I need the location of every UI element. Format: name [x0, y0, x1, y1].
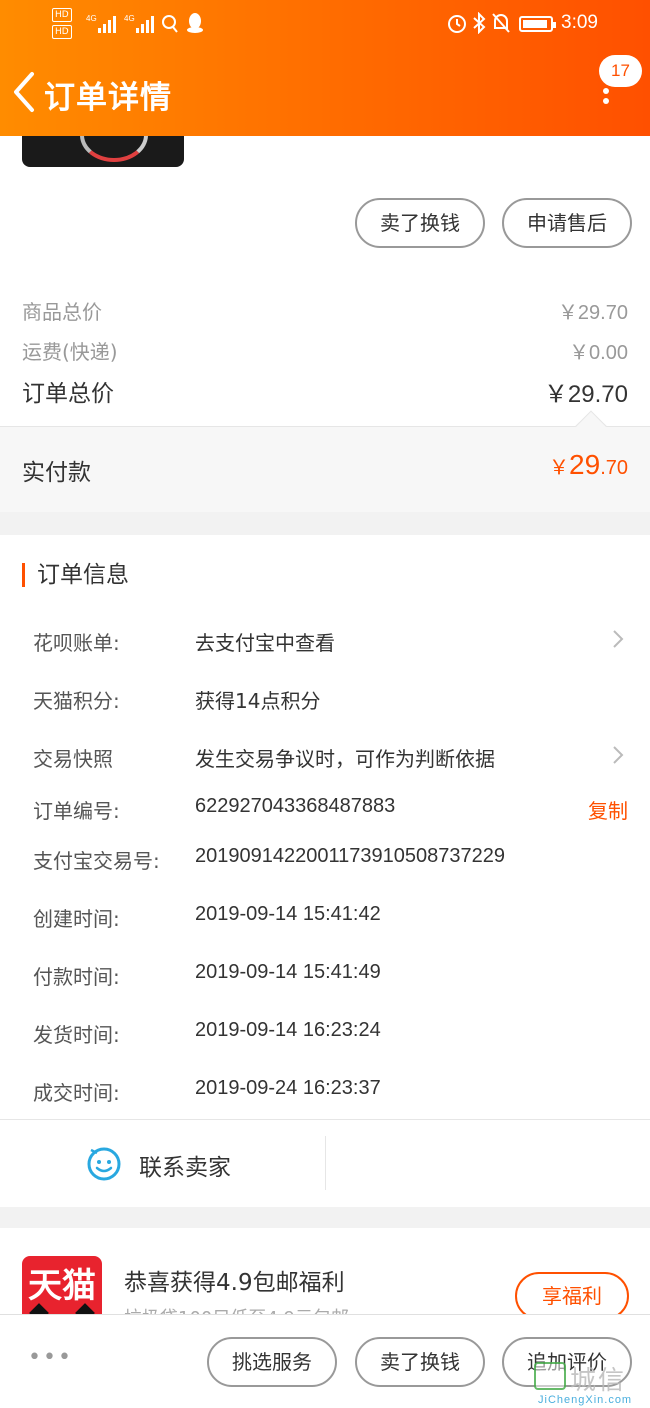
chat-smiley-icon: [87, 1147, 121, 1181]
info-value: 发生交易争议时，可作为判断依据: [195, 747, 495, 771]
order-total-label: 订单总价: [22, 381, 114, 407]
watermark-logo-icon: [534, 1362, 566, 1390]
divider: [325, 1136, 326, 1190]
info-key: 成交时间:: [33, 1081, 120, 1105]
order-number: 622927043368487883: [195, 795, 396, 817]
paid-label: 实付款: [22, 460, 91, 486]
product-image[interactable]: [22, 136, 184, 167]
search-icon: [162, 15, 178, 33]
back-icon[interactable]: [10, 70, 40, 114]
paid-amount: ￥29.70: [549, 449, 628, 481]
chevron-right-icon: [613, 630, 624, 648]
header: HD HD 4G 4G 3:09 订单详情 17: [0, 0, 650, 136]
section-title: 订单信息: [22, 563, 129, 587]
alarm-icon: [448, 15, 466, 33]
svg-text:4G: 4G: [124, 14, 135, 23]
info-value: 去支付宝中查看: [195, 631, 335, 655]
paid-amount-section: 实付款 ￥29.70: [0, 410, 650, 512]
chevron-right-icon: [613, 746, 624, 764]
paid-currency: ￥: [549, 457, 570, 479]
product-section: 卖了换钱 申请售后 商品总价 ￥29.70 运费(快递) ￥0.00 订单总价 …: [0, 136, 650, 426]
after-sale-button[interactable]: 申请售后: [502, 198, 632, 248]
copy-button[interactable]: 复制: [588, 795, 628, 824]
goods-total-value: ￥29.70: [557, 302, 628, 324]
order-info-section: 订单信息 花呗账单: 去支付宝中查看 天猫积分: 获得14点积分 交易快照 发生…: [0, 535, 650, 1207]
info-key: 订单编号:: [33, 799, 120, 823]
goods-total-label: 商品总价: [22, 300, 102, 324]
payment-time: 2019-09-14 15:41:49: [195, 961, 381, 983]
info-key: 发货时间:: [33, 1023, 120, 1047]
info-key: 创建时间:: [33, 907, 120, 931]
info-key: 花呗账单:: [33, 631, 120, 655]
contact-seller-button[interactable]: 联系卖家: [85, 1144, 285, 1184]
watermark-url: JiChengXin.com: [538, 1394, 633, 1406]
paid-integer: 29: [569, 449, 601, 480]
watermark-text: 城信: [570, 1366, 627, 1396]
status-bar: HD HD 4G 4G 3:09: [0, 0, 650, 50]
sim-indicator: HD HD: [52, 8, 72, 42]
created-time: 2019-09-14 15:41:42: [195, 903, 381, 925]
page-title: 订单详情: [44, 80, 172, 116]
info-key: 天猫积分:: [33, 689, 120, 713]
more-menu-icon[interactable]: [600, 88, 612, 114]
info-value: 获得14点积分: [195, 689, 321, 713]
info-key: 交易快照: [33, 747, 113, 771]
tmall-logo-text: 天猫: [28, 1266, 96, 1306]
sell-for-cash-button[interactable]: 卖了换钱: [355, 1337, 485, 1387]
message-count-badge[interactable]: 17: [599, 55, 642, 87]
mute-icon: [492, 13, 510, 33]
qq-icon: [187, 13, 203, 33]
paid-decimal: .70: [600, 457, 628, 479]
contact-bar: 联系卖家: [0, 1119, 650, 1207]
alipay-trade-number: 2019091422001173910508737229: [195, 845, 505, 867]
order-total-value: ￥29.70: [543, 381, 628, 408]
shipping-label: 运费(快递): [22, 340, 118, 364]
watermark: 城信 JiChengXin.com: [534, 1356, 650, 1408]
hd-badge: HD: [52, 25, 72, 39]
svg-text:4G: 4G: [86, 14, 97, 23]
sell-for-cash-button[interactable]: 卖了换钱: [355, 198, 485, 248]
promo-title: 恭喜获得4.9包邮福利: [124, 1270, 345, 1296]
bluetooth-icon: [473, 12, 486, 34]
claim-benefit-button[interactable]: 享福利: [515, 1272, 629, 1320]
shipping-time: 2019-09-14 16:23:24: [195, 1019, 381, 1041]
info-key: 支付宝交易号:: [33, 849, 160, 873]
select-service-button[interactable]: 挑选服务: [207, 1337, 337, 1387]
info-key: 付款时间:: [33, 965, 120, 989]
completed-time: 2019-09-24 16:23:37: [195, 1077, 381, 1099]
battery-icon: [519, 16, 556, 32]
shipping-value: ￥0.00: [569, 342, 628, 364]
contact-seller-label: 联系卖家: [139, 1155, 231, 1181]
more-actions-icon[interactable]: •••: [28, 1347, 73, 1369]
hd-badge: HD: [52, 8, 72, 22]
clock: 3:09: [561, 12, 598, 33]
